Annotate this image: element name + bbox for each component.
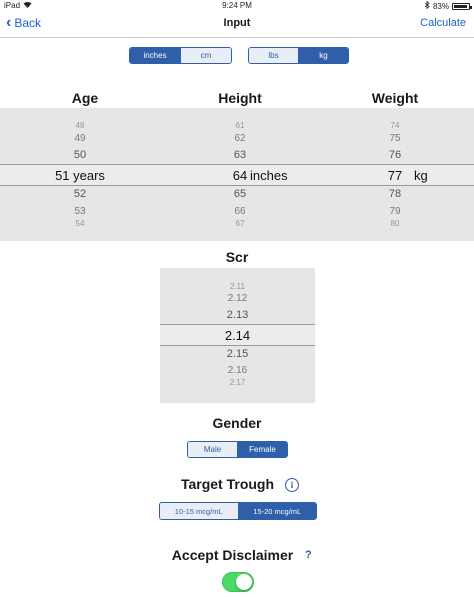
weight-value[interactable]: 80: [375, 219, 415, 228]
battery-percent: 83%: [432, 1, 449, 11]
status-right: 83%: [424, 0, 472, 11]
weight-unit-label: kg: [414, 168, 428, 183]
gender-heading: Gender: [212, 415, 262, 431]
weight-unit-kg[interactable]: kg: [299, 48, 348, 63]
age-heading: Age: [71, 90, 99, 106]
target-trough-10-15[interactable]: 10-15 mcg/mL: [160, 503, 239, 519]
bluetooth-icon: [424, 0, 430, 11]
height-unit-cm[interactable]: cm: [181, 48, 231, 63]
info-icon[interactable]: i: [285, 478, 299, 492]
height-heading: Height: [218, 90, 262, 106]
scr-value[interactable]: 2.15: [200, 348, 275, 360]
target-trough-15-20[interactable]: 15-20 mcg/mL: [238, 503, 316, 519]
weight-selected-value[interactable]: 77: [375, 168, 415, 183]
height-value[interactable]: 67: [220, 219, 260, 228]
height-unit-inches[interactable]: inches: [130, 48, 181, 63]
weight-heading: Weight: [371, 90, 419, 106]
scr-value[interactable]: 2.12: [200, 293, 275, 304]
scr-value[interactable]: 2.16: [200, 365, 275, 376]
height-value[interactable]: 65: [220, 188, 260, 200]
calculate-button[interactable]: Calculate: [420, 17, 466, 29]
age-value[interactable]: 53: [60, 206, 100, 217]
disclaimer-heading: Accept Disclaimer: [171, 547, 294, 563]
weight-value[interactable]: 76: [375, 149, 415, 161]
age-selected-value[interactable]: 51 years: [40, 168, 120, 183]
weight-value[interactable]: 75: [375, 133, 415, 144]
battery-icon: [452, 2, 472, 10]
weight-unit-lbs[interactable]: lbs: [249, 48, 299, 63]
status-time: 9:24 PM: [222, 1, 252, 10]
battery-tip: [470, 5, 472, 9]
navigation-bar: ‹ Back Input Calculate: [0, 12, 474, 38]
scr-heading: Scr: [225, 249, 249, 265]
age-value[interactable]: 54: [60, 219, 100, 228]
scr-selected-value[interactable]: 2.14: [200, 328, 275, 343]
gender-female[interactable]: Female: [238, 442, 287, 457]
toggle-knob: [236, 574, 252, 590]
height-value[interactable]: 61: [220, 121, 260, 130]
weight-value[interactable]: 74: [375, 121, 415, 130]
scr-value[interactable]: 2.13: [200, 309, 275, 321]
height-value[interactable]: 63: [220, 149, 260, 161]
page-title: Input: [223, 17, 251, 29]
scr-value[interactable]: 2.17: [200, 378, 275, 387]
age-value[interactable]: 49: [60, 133, 100, 144]
accept-disclaimer-toggle[interactable]: [222, 572, 254, 592]
weight-unit-control: lbs kg: [248, 47, 349, 64]
status-bar: iPad 9:24 PM 83%: [0, 0, 474, 12]
age-value[interactable]: 52: [60, 188, 100, 200]
age-value[interactable]: 50: [60, 149, 100, 161]
battery-fill: [454, 4, 468, 8]
weight-value[interactable]: 79: [375, 206, 415, 217]
gender-control: Male Female: [187, 441, 288, 458]
disclaimer-help-button[interactable]: ?: [305, 549, 312, 561]
height-unit-control: inches cm: [129, 47, 232, 64]
scr-value[interactable]: 2.11: [200, 282, 275, 291]
gender-male[interactable]: Male: [188, 442, 238, 457]
height-value[interactable]: 62: [220, 133, 260, 144]
target-trough-heading: Target Trough: [180, 476, 275, 492]
target-trough-control: 10-15 mcg/mL 15-20 mcg/mL: [159, 502, 317, 520]
height-value[interactable]: 66: [220, 206, 260, 217]
age-value[interactable]: 48: [60, 121, 100, 130]
weight-value[interactable]: 78: [375, 188, 415, 200]
height-unit-label: inches: [250, 168, 288, 183]
